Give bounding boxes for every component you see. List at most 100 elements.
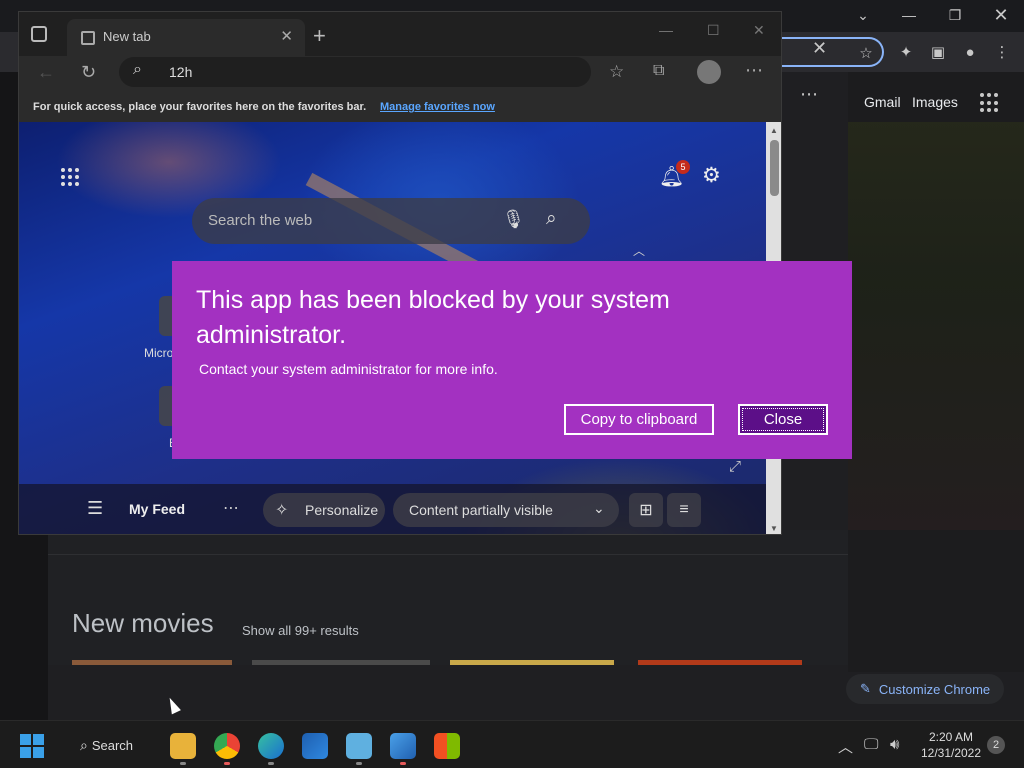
- results-panel: New movies Show all 99+ results: [48, 530, 848, 665]
- bookmark-star-icon[interactable]: ☆: [853, 40, 879, 66]
- show-all-link[interactable]: Show all 99+ results: [242, 623, 359, 638]
- chevron-up-icon[interactable]: ︿: [633, 242, 645, 259]
- running-indicator: [356, 762, 362, 765]
- scroll-down-arrow-icon[interactable]: ▼: [770, 524, 778, 533]
- feed-menu-icon[interactable]: ☰: [87, 498, 103, 519]
- section-heading: New movies: [72, 608, 214, 638]
- running-indicator: [180, 762, 186, 765]
- edge-navigation-bar: ← ↻ ⌕ 12h ☆ ⧉ ⋯: [19, 56, 781, 92]
- personalize-label: Personalize: [305, 502, 379, 518]
- dialog-message: Contact your system administrator for mo…: [199, 361, 498, 377]
- search-placeholder: Search the web: [208, 212, 313, 229]
- sparkle-icon: ✧: [275, 502, 289, 519]
- images-link[interactable]: Images: [912, 94, 958, 110]
- manage-favorites-link[interactable]: Manage favorites now: [380, 101, 495, 113]
- feed-more-icon[interactable]: ⋯: [223, 498, 239, 518]
- side-panel-icon[interactable]: ▣: [925, 39, 951, 65]
- scroll-up-arrow-icon[interactable]: ▲: [770, 126, 778, 135]
- collections-icon[interactable]: ⧉: [653, 62, 664, 80]
- paint-icon[interactable]: [390, 733, 416, 759]
- network-icon[interactable]: 🖵︎: [864, 736, 878, 753]
- profile-icon[interactable]: ●: [957, 39, 983, 65]
- show-hidden-icons-chevron-icon[interactable]: ︿: [838, 736, 853, 757]
- image-results-strip: [848, 122, 1024, 530]
- overlay-more-icon[interactable]: ⋯: [800, 84, 819, 105]
- address-bar[interactable]: ⌕ 12h: [119, 57, 591, 87]
- refresh-icon[interactable]: ↻: [81, 62, 96, 83]
- tab-title: New tab: [103, 29, 151, 44]
- movie-thumbnail[interactable]: [252, 660, 430, 665]
- movie-thumbnail[interactable]: [450, 660, 614, 665]
- chrome-icon[interactable]: [214, 733, 240, 759]
- grid-view-icon[interactable]: ⊞: [629, 493, 663, 527]
- extensions-icon[interactable]: ✦: [893, 39, 919, 65]
- close-window-button[interactable]: ✕: [753, 22, 765, 39]
- app-launcher-icon[interactable]: [61, 168, 79, 186]
- microsoft-store-icon[interactable]: [434, 733, 460, 759]
- content-visibility-dropdown[interactable]: Content partially visible ⌄: [393, 493, 619, 527]
- movie-thumbnail[interactable]: [72, 660, 232, 665]
- customize-label: Customize Chrome: [878, 681, 991, 697]
- tab-new-tab[interactable]: New tab ✕: [67, 19, 305, 56]
- taskbar-search-button[interactable]: ⌕ Search: [80, 737, 133, 754]
- notification-center-badge[interactable]: 2: [987, 736, 1005, 754]
- clock-time: 2:20 AM: [928, 730, 974, 744]
- feed-bar: ☰ My Feed ⋯ ✧ Personalize Content partia…: [19, 484, 766, 534]
- running-indicator: [400, 762, 406, 765]
- web-search-box[interactable]: Search the web 🎙︎ ⌕: [192, 198, 590, 244]
- settings-more-icon[interactable]: ⋯: [745, 60, 763, 81]
- running-indicator: [224, 762, 230, 765]
- customize-chrome-button[interactable]: ✎ Customize Chrome: [846, 674, 1005, 704]
- tab-actions-icon[interactable]: [31, 26, 47, 42]
- dialog-title: This app has been blocked by your system…: [196, 286, 670, 349]
- copy-to-clipboard-button[interactable]: Copy to clipboard: [564, 404, 714, 435]
- content-visibility-label: Content partially visible: [409, 502, 553, 518]
- quick-link-label: Micro: [144, 346, 174, 360]
- media-player-icon[interactable]: [302, 733, 328, 759]
- favorites-bar: For quick access, place your favorites h…: [19, 92, 781, 122]
- scrollbar-thumb[interactable]: [770, 140, 779, 196]
- favorites-bar-hint: For quick access, place your favorites h…: [33, 101, 367, 113]
- close-button[interactable]: Close: [738, 404, 828, 435]
- list-view-icon[interactable]: ≡: [667, 493, 701, 527]
- system-clock[interactable]: 2:20 AM 12/31/2022: [918, 729, 984, 761]
- tab-search-chevron-icon[interactable]: ⌄: [840, 0, 886, 30]
- running-indicator: [268, 762, 274, 765]
- chrome-menu-icon[interactable]: ⋮: [989, 39, 1015, 65]
- expand-icon[interactable]: ⤢: [729, 458, 741, 475]
- new-tab-button[interactable]: +: [313, 23, 326, 49]
- taskbar-search-label: Search: [91, 738, 134, 753]
- maximize-button[interactable]: ☐: [707, 22, 720, 39]
- restore-button[interactable]: ❐: [932, 0, 978, 30]
- gmail-link[interactable]: Gmail: [864, 94, 901, 110]
- overlay-close-icon[interactable]: ✕: [812, 38, 827, 59]
- search-icon: ⌕: [133, 61, 142, 78]
- close-window-button[interactable]: ✕: [978, 0, 1024, 30]
- edge-title-bar: New tab ✕ + — ☐ ✕: [19, 12, 781, 56]
- minimize-button[interactable]: —: [886, 0, 932, 30]
- volume-icon[interactable]: 🔊︎: [890, 736, 899, 753]
- pencil-icon: ✎: [860, 681, 871, 696]
- close-tab-icon[interactable]: ✕: [280, 27, 293, 45]
- google-apps-icon[interactable]: [980, 93, 1000, 113]
- movie-thumbnail[interactable]: [638, 660, 802, 665]
- clock-date: 12/31/2022: [920, 746, 982, 760]
- address-value: 12h: [169, 64, 193, 80]
- search-icon: ⌕: [80, 737, 88, 753]
- notepad-icon[interactable]: [346, 733, 372, 759]
- new-tab-favicon-icon: [81, 31, 95, 45]
- edge-icon[interactable]: [258, 733, 284, 759]
- divider: [48, 554, 848, 555]
- personalize-button[interactable]: ✧ Personalize: [263, 493, 385, 527]
- settings-gear-icon[interactable]: ⚙: [702, 163, 721, 188]
- notification-badge: 5: [676, 160, 690, 174]
- back-arrow-icon[interactable]: ←: [37, 62, 55, 83]
- file-explorer-icon[interactable]: [170, 733, 196, 759]
- favorites-icon[interactable]: ☆: [609, 62, 624, 82]
- my-feed-label[interactable]: My Feed: [129, 501, 185, 517]
- minimize-button[interactable]: —: [659, 22, 673, 38]
- start-windows-icon[interactable]: [20, 734, 44, 758]
- profile-avatar[interactable]: [697, 60, 721, 84]
- search-icon[interactable]: ⌕: [546, 208, 557, 230]
- microphone-icon[interactable]: 🎙︎: [502, 209, 525, 230]
